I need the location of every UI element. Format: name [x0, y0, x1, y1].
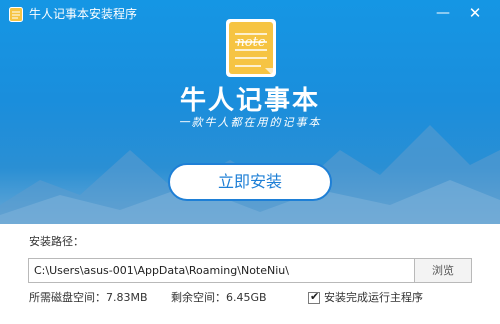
window-title: 牛人记事本安装程序	[29, 7, 138, 21]
install-now-button[interactable]: 立即安装	[168, 163, 332, 201]
run-after-install-label[interactable]: 安装完成运行主程序	[324, 291, 423, 305]
run-after-install-checkbox[interactable]: ✔	[308, 290, 320, 304]
header-banner: 牛人记事本安装程序 — ✕ note 牛人记事本 一款牛人都在用的记事本 立即安…	[0, 0, 500, 224]
required-disk-space: 所需磁盘空间：7.83MB	[29, 291, 148, 304]
checkmark-icon: ✔	[310, 290, 320, 303]
close-button[interactable]: ✕	[464, 2, 486, 24]
app-icon	[9, 7, 23, 22]
minimize-button[interactable]: —	[432, 2, 454, 24]
free-disk-space: 剩余空间：6.45GB	[171, 291, 267, 304]
browse-button[interactable]: 浏览	[414, 258, 472, 283]
install-path-label: 安装路径：	[29, 235, 84, 248]
install-path-input[interactable]	[28, 258, 415, 283]
product-slogan: 一款牛人都在用的记事本	[178, 116, 322, 129]
logo-text: note	[236, 35, 265, 50]
notebook-icon: note	[226, 19, 276, 77]
product-name: 牛人记事本	[179, 86, 320, 116]
